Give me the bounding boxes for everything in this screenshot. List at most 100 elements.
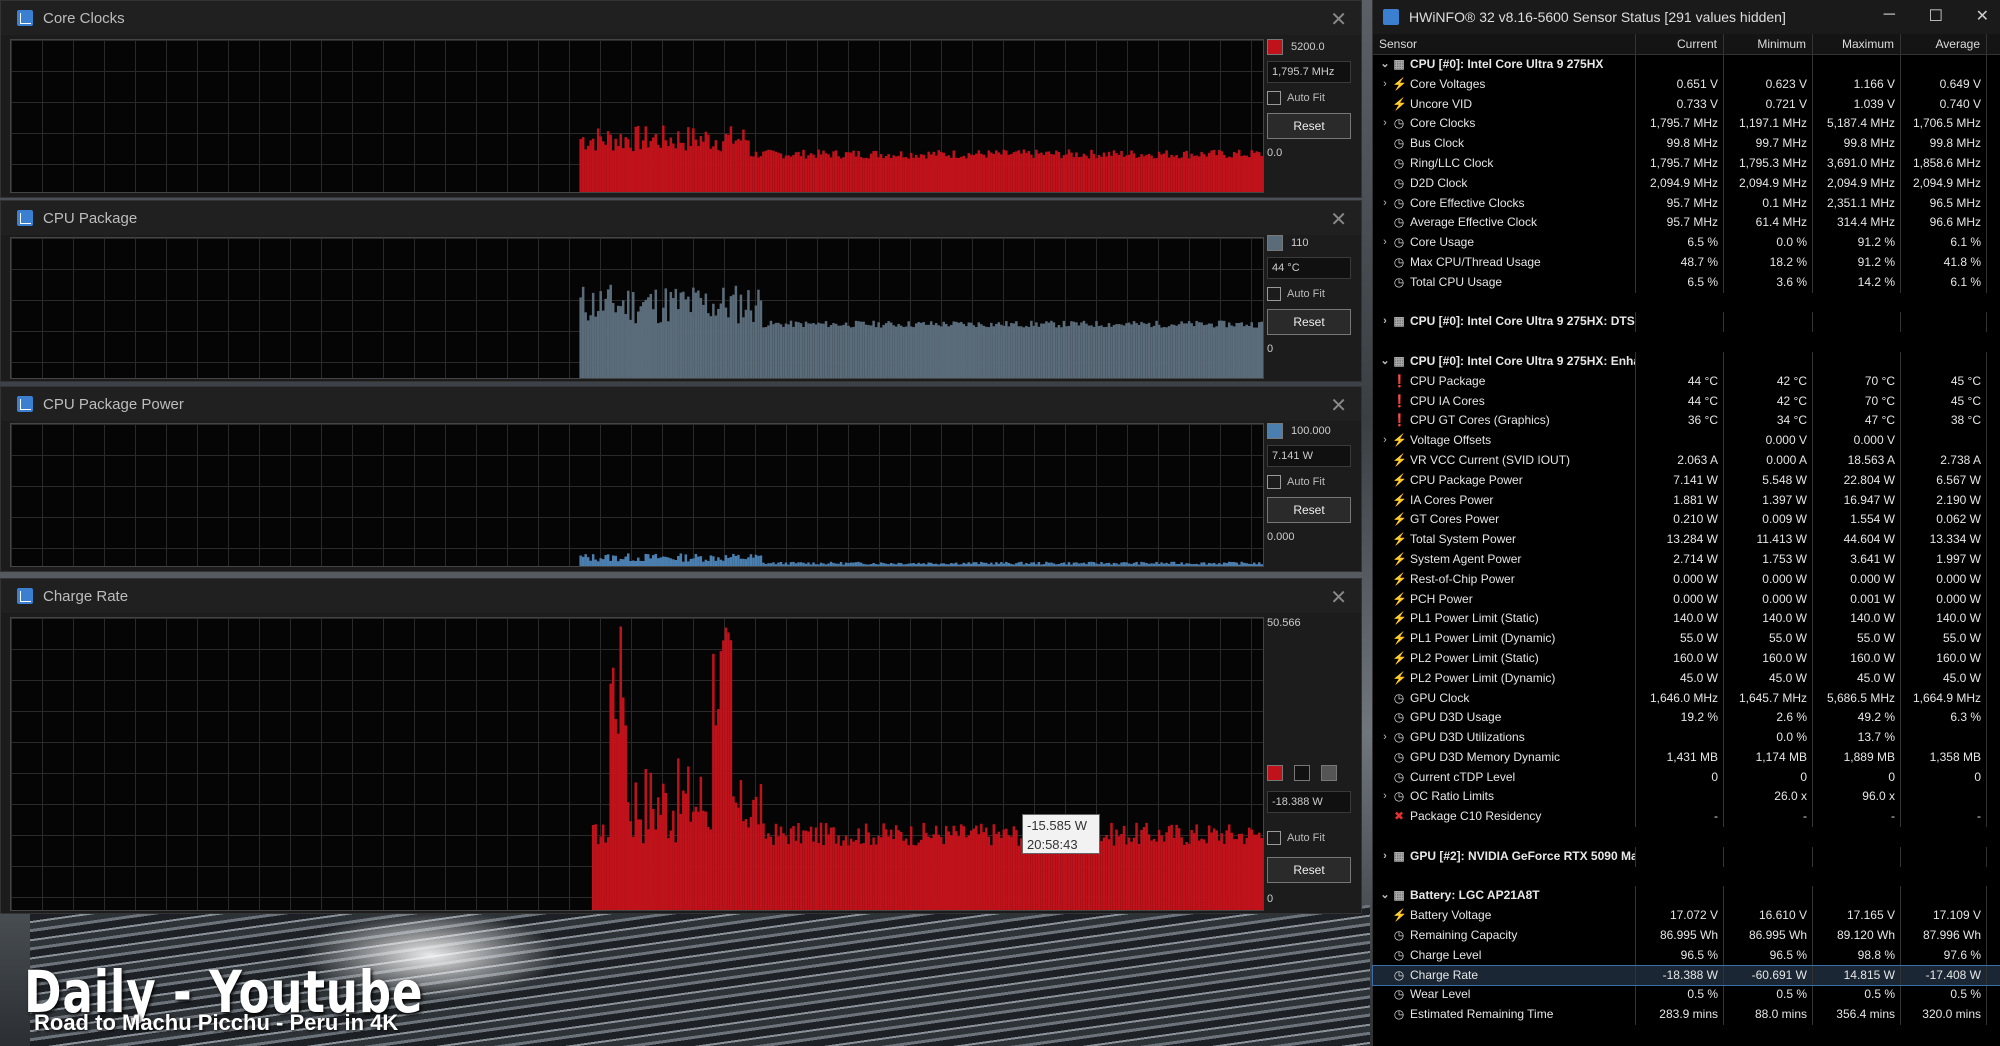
reset-button[interactable]: Reset: [1267, 497, 1351, 523]
sensor-row[interactable]: ◷ Wear Level 0.5 % 0.5 % 0.5 % 0.5 %: [1373, 985, 2000, 1006]
checkbox-icon[interactable]: [1267, 91, 1281, 105]
sensor-row[interactable]: ⚡ CPU Package Power 7.141 W 5.548 W 22.804 W…: [1373, 470, 2000, 491]
sensor-row[interactable]: › ◷ Core Effective Clocks 95.7 MHz 0.1 MHz 2,…: [1373, 193, 2000, 214]
color-swatch-icon[interactable]: [1267, 765, 1283, 781]
chevron-down-icon[interactable]: ⌄: [1378, 55, 1392, 75]
graph-titlebar[interactable]: Charge Rate: [1, 579, 1361, 613]
sensor-row[interactable]: › ◷ Core Usage 6.5 % 0.0 % 91.2 % 6.1 %: [1373, 233, 2000, 253]
sensor-row[interactable]: › ◷ GPU D3D Utilizations 0.0 % 13.7 %: [1373, 728, 2000, 748]
header-average[interactable]: Average: [1901, 34, 1987, 54]
sensor-row[interactable]: ⚡ System Agent Power 2.714 W 1.753 W 3.641 W…: [1373, 549, 2000, 570]
sensor-row[interactable]: ⚡ PCH Power 0.000 W 0.000 W 0.001 W 0.000 W: [1373, 589, 2000, 610]
sensor-row[interactable]: ⚡ Battery Voltage 17.072 V 16.610 V 17.165 V…: [1373, 906, 2000, 927]
reset-button[interactable]: Reset: [1267, 857, 1351, 883]
chevron-right-icon[interactable]: ›: [1378, 75, 1392, 95]
sensor-row[interactable]: ◷ GPU D3D Usage 19.2 % 2.6 % 49.2 % 6.3 %: [1373, 708, 2000, 729]
color-swatch-icon[interactable]: [1321, 765, 1338, 781]
sensor-group-header[interactable]: ⌄ ▦ CPU [#0]: Intel Core Ultra 9 275HX: [1373, 55, 2000, 75]
trace-bar: [887, 321, 890, 378]
checkbox-icon[interactable]: [1267, 287, 1281, 301]
sensor-row[interactable]: ◷ Remaining Capacity 86.995 Wh 86.995 Wh 89.…: [1373, 926, 2000, 946]
close-icon[interactable]: ✕: [1330, 585, 1347, 610]
sensor-row[interactable]: ◷ Estimated Remaining Time 283.9 mins 88.0 …: [1373, 1005, 2000, 1026]
sensor-row[interactable]: ⚡ GT Cores Power 0.210 W 0.009 W 1.554 W 0.06…: [1373, 510, 2000, 531]
checkbox-icon[interactable]: [1267, 475, 1281, 489]
sensor-row[interactable]: › ⚡ Voltage Offsets 0.000 V 0.000 V: [1373, 431, 2000, 451]
sensor-row[interactable]: ⚡ Rest-of-Chip Power 0.000 W 0.000 W 0.000 W…: [1373, 569, 2000, 590]
sensor-group-header[interactable]: ⌄ ▦ Battery: LGC AP21A8T: [1373, 886, 2000, 907]
sensor-row[interactable]: ◷ Current cTDP Level 0 0 0 0: [1373, 767, 2000, 788]
autofit-toggle[interactable]: Auto Fit: [1267, 287, 1351, 301]
sensor-row[interactable]: ◷ Total CPU Usage 6.5 % 3.6 % 14.2 % 6.1 %: [1373, 272, 2000, 293]
sensor-row[interactable]: ❗ CPU IA Cores 44 °C 42 °C 70 °C 45 °C: [1373, 391, 2000, 412]
sensor-row[interactable]: › ◷ OC Ratio Limits 26.0 x 96.0 x: [1373, 787, 2000, 808]
close-icon[interactable]: ✕: [1330, 393, 1347, 418]
chevron-down-icon[interactable]: ⌄: [1378, 352, 1392, 372]
sensor-row[interactable]: › ◷ Core Clocks 1,795.7 MHz 1,197.1 MHz 5,187…: [1373, 114, 2000, 135]
trace-bar: [1010, 836, 1013, 910]
sensor-row[interactable]: ◷ GPU D3D Memory Dynamic 1,431 MB 1,174 MB 1…: [1373, 747, 2000, 768]
sensor-group-header[interactable]: ⌄ ▦ CPU [#0]: Intel Core Ultra 9 275HX: En…: [1373, 351, 2000, 372]
chevron-right-icon[interactable]: ›: [1378, 312, 1392, 332]
sensor-row[interactable]: ◷ Charge Rate -18.388 W -60.691 W 14.815 W -1…: [1372, 964, 2000, 987]
header-maximum[interactable]: Maximum: [1813, 34, 1901, 54]
sensor-row[interactable]: ◷ GPU Clock 1,646.0 MHz 1,645.7 MHz 5,686.5 …: [1373, 688, 2000, 709]
sensor-row[interactable]: › ⚡ Core Voltages 0.651 V 0.623 V 1.166 V 0.64…: [1373, 74, 2000, 95]
graph-titlebar[interactable]: CPU Package: [1, 201, 1361, 235]
chevron-right-icon[interactable]: ›: [1378, 233, 1392, 253]
sensor-row[interactable]: ⚡ VR VCC Current (SVID IOUT) 2.063 A 0.000 …: [1373, 450, 2000, 471]
sensor-row[interactable]: ⚡ IA Cores Power 1.881 W 1.397 W 16.947 W 2.1…: [1373, 490, 2000, 511]
sensor-row[interactable]: ❗ CPU GT Cores (Graphics) 36 °C 34 °C 47 °C 3…: [1373, 411, 2000, 432]
sensor-row[interactable]: ⚡ PL2 Power Limit (Static) 160.0 W 160.0 W1…: [1373, 648, 2000, 669]
header-minimum[interactable]: Minimum: [1724, 34, 1813, 54]
sensor-row[interactable]: ⚡ PL2 Power Limit (Dynamic) 45.0 W 45.0 W 45…: [1373, 668, 2000, 689]
autofit-toggle[interactable]: Auto Fit: [1267, 831, 1351, 845]
chevron-right-icon[interactable]: ›: [1378, 728, 1392, 748]
color-swatch-icon[interactable]: [1267, 235, 1283, 251]
sensor-row[interactable]: ◷ Average Effective Clock 95.7 MHz 61.4 MHz…: [1373, 213, 2000, 234]
checkbox-icon[interactable]: [1267, 831, 1281, 845]
trace-bar: [1107, 151, 1111, 192]
sensor-row[interactable]: ⚡ Total System Power 13.284 W 11.413 W 44.60…: [1373, 530, 2000, 550]
hwinfo-titlebar[interactable]: HWiNFO® 32 v8.16-5600 Sensor Status [291…: [1373, 0, 2000, 34]
sensor-row[interactable]: ⚡ Uncore VID 0.733 V 0.721 V 1.039 V 0.740 V: [1373, 94, 2000, 115]
sensor-row[interactable]: ◷ Bus Clock 99.8 MHz 99.7 MHz 99.8 MHz 99.8 M…: [1373, 134, 2000, 154]
chevron-right-icon[interactable]: ›: [1378, 847, 1392, 867]
autofit-toggle[interactable]: Auto Fit: [1267, 91, 1351, 105]
sensor-row[interactable]: ◷ Ring/LLC Clock 1,795.7 MHz 1,795.3 MHz 3,6…: [1373, 153, 2000, 174]
sensor-group-header[interactable]: ›▦ GPU [#2]: NVIDIA GeForce RTX 5090 Max-…: [1373, 846, 2000, 867]
sensor-row[interactable]: ◷ Max CPU/Thread Usage 48.7 % 18.2 % 91.2 % 4…: [1373, 252, 2000, 273]
chevron-down-icon[interactable]: ⌄: [1378, 886, 1392, 906]
header-sensor[interactable]: Sensor: [1373, 34, 1636, 54]
sensor-row[interactable]: ◷ Charge Level 96.5 % 96.5 % 98.8 % 97.6 %: [1373, 945, 2000, 966]
chevron-right-icon[interactable]: ›: [1378, 787, 1392, 807]
chevron-right-icon[interactable]: ›: [1378, 114, 1392, 134]
close-icon[interactable]: ✕: [1330, 7, 1347, 32]
header-current[interactable]: Current: [1636, 34, 1724, 54]
color-swatch-icon[interactable]: [1267, 423, 1283, 439]
sensor-row[interactable]: ✖ Package C10 Residency - - - -: [1373, 807, 2000, 828]
color-swatch-icon[interactable]: [1267, 39, 1283, 55]
graph-titlebar[interactable]: CPU Package Power: [1, 387, 1361, 421]
reset-button[interactable]: Reset: [1267, 113, 1351, 139]
sensor-row[interactable]: ❗ CPU Package 44 °C 42 °C 70 °C 45 °C: [1373, 371, 2000, 392]
value-average: 55.0 W: [1901, 629, 1987, 649]
chevron-right-icon[interactable]: ›: [1378, 431, 1392, 451]
close-icon[interactable]: ✕: [1976, 6, 1989, 26]
autofit-toggle[interactable]: Auto Fit: [1267, 475, 1351, 489]
color-swatch-icon[interactable]: [1294, 765, 1311, 781]
sensor-row[interactable]: ⚡ PL1 Power Limit (Dynamic) 55.0 W 55.0 W 55…: [1373, 629, 2000, 649]
trace-bar: [1210, 832, 1213, 910]
sensor-row[interactable]: ◷ D2D Clock 2,094.9 MHz 2,094.9 MHz 2,094.9 …: [1373, 173, 2000, 194]
reset-button[interactable]: Reset: [1267, 309, 1351, 335]
sensor-row[interactable]: ⚡ PL1 Power Limit (Static) 140.0 W 140.0 W1…: [1373, 609, 2000, 630]
chevron-right-icon[interactable]: ›: [1378, 194, 1392, 214]
sensor-group-header[interactable]: › ▦ CPU [#0]: Intel Core Ultra 9 275HX: DT…: [1373, 312, 2000, 333]
maximize-icon[interactable]: ☐: [1929, 6, 1943, 26]
minimize-icon[interactable]: ─: [1884, 6, 1895, 24]
graph-titlebar[interactable]: Core Clocks: [1, 1, 1361, 35]
trace-bar: [1215, 155, 1218, 192]
close-icon[interactable]: ✕: [1330, 207, 1347, 232]
trace-bar: [1162, 841, 1166, 910]
trace-bar: [1012, 323, 1016, 378]
